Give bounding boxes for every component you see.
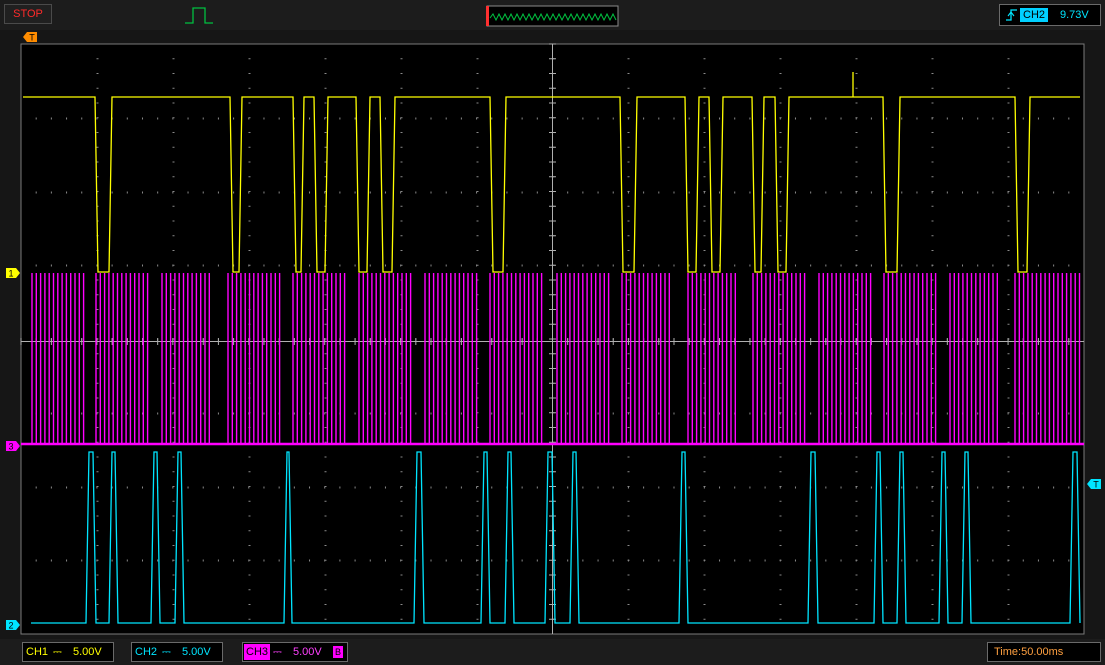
ch3-label: CH3 <box>244 644 271 660</box>
ch2-scale-value: 5.00V <box>182 646 211 658</box>
timebase-box[interactable]: Time:50.00ms <box>987 642 1101 662</box>
ch1-ground-marker: 1 <box>6 268 20 279</box>
ch1-scale-value: 5.00V <box>73 646 102 658</box>
ch1-label: CH1 <box>26 646 49 658</box>
ch1-scale-box[interactable]: CH1 ⎓ 5.00V <box>22 642 114 662</box>
trigger-mode-pulse-icon <box>185 7 213 24</box>
scope-graphics: T 1 3 2 T <box>6 5 1101 635</box>
ch2-ground-marker: 2 <box>6 620 20 631</box>
trigger-level-marker: T <box>1087 479 1101 490</box>
svg-text:T: T <box>1093 480 1099 490</box>
ch3-bandwidth-badge: B <box>333 646 344 658</box>
ch2-coupling-icon: ⎓ <box>162 646 171 658</box>
ch2-scale-box[interactable]: CH2 ⎓ 5.00V <box>131 642 223 662</box>
ch3-scale-box[interactable]: CH3 ⎓ 5.00V B <box>242 642 348 662</box>
bottom-status-bar: CH1 ⎓ 5.00V CH2 ⎓ 5.00V CH3 ⎓ 5.00V B Ti… <box>0 639 1105 665</box>
trigger-position-marker: T <box>23 32 37 43</box>
ch2-label: CH2 <box>135 646 158 658</box>
svg-text:3: 3 <box>8 442 13 452</box>
oscilloscope-window: STOP CH2 9.73V T132T CH1 ⎓ 5.00V CH2 ⎓ 5… <box>0 0 1105 665</box>
ch3-coupling-icon: ⎓ <box>273 646 282 658</box>
svg-text:T: T <box>29 33 35 43</box>
memory-overview-thumbnail <box>486 5 619 27</box>
memory-overview-cursor <box>486 6 489 26</box>
svg-text:1: 1 <box>8 269 13 279</box>
ch3-scale-value: 5.00V <box>293 646 322 658</box>
ch3-ground-marker: 3 <box>6 441 20 452</box>
svg-text:2: 2 <box>8 621 13 631</box>
ch1-coupling-icon: ⎓ <box>53 646 62 658</box>
